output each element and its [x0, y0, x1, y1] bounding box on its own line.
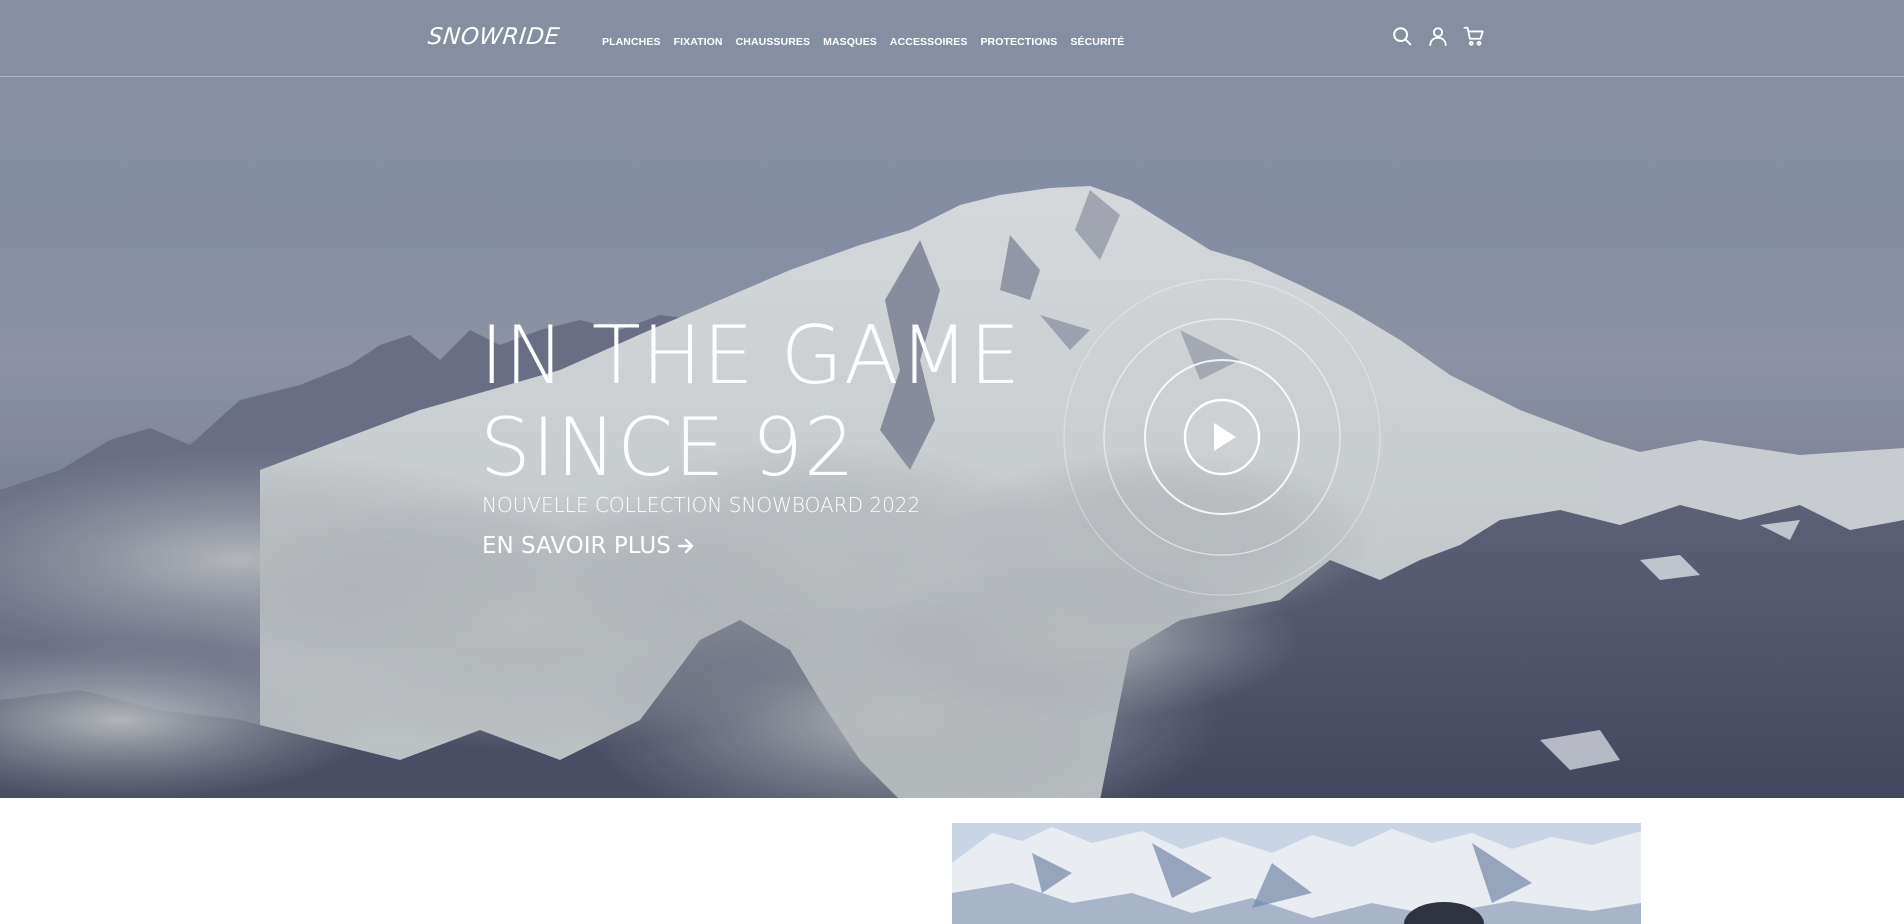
learn-more-label: EN SAVOIR PLUS — [482, 533, 671, 559]
hero-title-line2: SINCE 92 — [480, 401, 856, 494]
cart-icon[interactable] — [1463, 25, 1485, 47]
nav-item-chaussures[interactable]: CHAUSSURES — [736, 36, 811, 48]
nav-item-fixation[interactable]: FIXATION — [674, 36, 723, 48]
nav-item-securite[interactable]: SÉCURITÉ — [1070, 36, 1124, 48]
arrow-right-icon — [677, 538, 694, 554]
site-header: SNOWRIDE PLANCHES FIXATION CHAUSSURES MA… — [0, 0, 1904, 77]
hero-title: IN THE GAME SINCE 92 — [480, 310, 1021, 494]
learn-more-link[interactable]: EN SAVOIR PLUS — [482, 533, 695, 559]
video-play-widget — [1062, 277, 1382, 597]
feature-image — [952, 823, 1641, 924]
nav-item-masques[interactable]: MASQUES — [823, 36, 877, 48]
header-icons — [1391, 25, 1485, 47]
hero-title-line1: IN THE GAME — [480, 309, 1022, 402]
hero-section: SNOWRIDE PLANCHES FIXATION CHAUSSURES MA… — [0, 0, 1904, 798]
brand-logo[interactable]: SNOWRIDE — [427, 24, 561, 50]
nav-item-protections[interactable]: PROTECTIONS — [980, 36, 1057, 48]
search-icon[interactable] — [1391, 25, 1413, 47]
user-icon[interactable] — [1427, 25, 1449, 47]
main-nav: PLANCHES FIXATION CHAUSSURES MASQUES ACC… — [602, 36, 1137, 48]
nav-item-accessoires[interactable]: ACCESSOIRES — [890, 36, 968, 48]
nav-item-planches[interactable]: PLANCHES — [602, 36, 661, 48]
play-button[interactable] — [1183, 398, 1261, 476]
content-section — [0, 798, 1904, 924]
hero-subtitle: NOUVELLE COLLECTION SNOWBOARD 2022 — [482, 493, 921, 517]
